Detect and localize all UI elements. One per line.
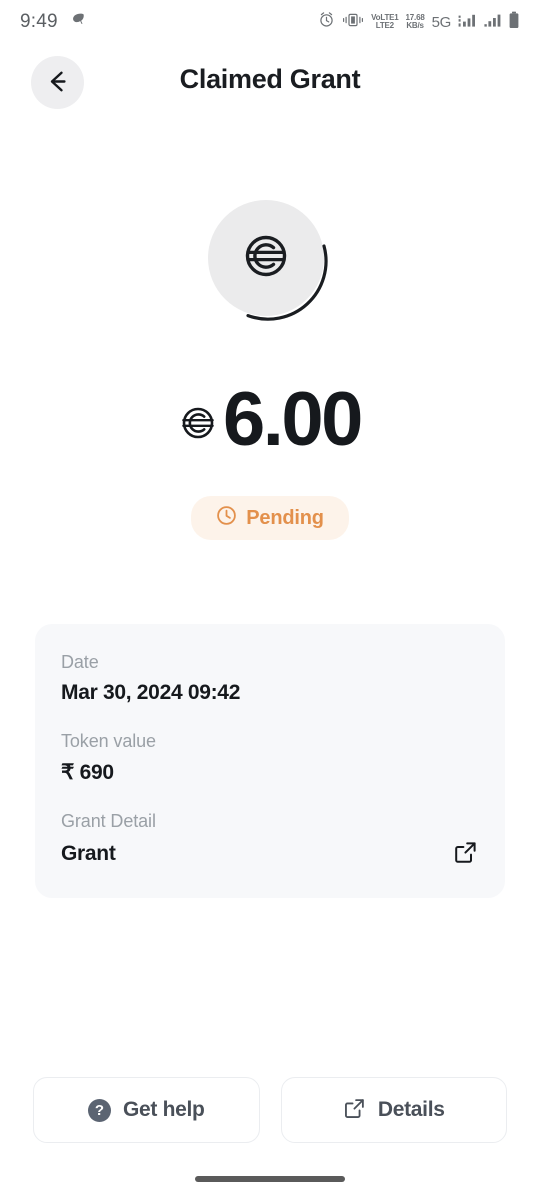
vibrate-icon: [342, 12, 364, 33]
signal-bars-icon: [484, 12, 501, 33]
detail-field-label: Grant Detail: [61, 811, 156, 831]
detail-field-label: Date: [61, 652, 99, 672]
detail-field-grant-detail: Grant Detail Grant: [61, 811, 479, 868]
status-badge: Pending: [191, 496, 349, 540]
external-link-icon: [343, 1097, 366, 1123]
amount-display: 6.00: [0, 382, 540, 458]
app-screen: 9:49 VoLTE1 LTE2 17.68 KB/s 5G Claimed G…: [0, 0, 540, 1200]
amount-value: 6.00: [223, 377, 363, 462]
status-bar-clock: 9:49: [20, 11, 58, 32]
battery-icon: [508, 11, 520, 34]
detail-field-date: Date Mar 30, 2024 09:42: [61, 652, 479, 705]
token-avatar-section: [0, 196, 540, 328]
detail-field-row: Grant: [61, 840, 479, 868]
status-bar: 9:49 VoLTE1 LTE2 17.68 KB/s 5G: [0, 0, 540, 44]
transaction-detail-card: Date Mar 30, 2024 09:42 Token value ₹ 69…: [35, 624, 505, 898]
get-help-button[interactable]: ? Get help: [33, 1077, 260, 1143]
status-bar-left: 9:49: [20, 11, 87, 33]
data-rate-indicator: 17.68 KB/s: [406, 13, 425, 31]
signal-bars-icon: [458, 12, 477, 33]
status-badge-container: Pending: [0, 496, 540, 540]
get-help-button-label: Get help: [122, 1098, 205, 1121]
details-button-label: Details: [377, 1098, 445, 1121]
status-bar-right: VoLTE1 LTE2 17.68 KB/s 5G: [318, 11, 520, 34]
page-title: Claimed Grant: [179, 64, 361, 94]
data-rate-unit: KB/s: [406, 21, 424, 30]
status-badge-label: Pending: [246, 506, 324, 529]
token-symbol-icon: [179, 404, 217, 447]
details-button[interactable]: Details: [280, 1077, 507, 1143]
external-link-icon: [453, 840, 478, 868]
volte-indicator: VoLTE1 LTE2: [371, 13, 399, 31]
detail-field-value: Mar 30, 2024 09:42: [61, 681, 241, 704]
page-header: Claimed Grant: [0, 56, 540, 114]
detail-field-token-value: Token value ₹ 690: [61, 731, 479, 785]
volte-label-secondary: LTE2: [375, 21, 394, 30]
leaf-icon: [70, 11, 87, 33]
alarm-icon: [318, 11, 335, 33]
grant-detail-open-button[interactable]: [451, 840, 479, 868]
help-circle-icon: ?: [87, 1098, 111, 1122]
token-avatar: [208, 200, 332, 324]
home-indicator[interactable]: [195, 1176, 345, 1182]
detail-field-value: Grant: [61, 842, 116, 865]
detail-field-label: Token value: [61, 731, 156, 751]
token-progress-arc: [246, 244, 328, 321]
network-type-label: 5G: [431, 13, 452, 31]
bottom-action-bar: ? Get help Details: [33, 1077, 507, 1143]
detail-field-value: ₹ 690: [61, 761, 114, 784]
clock-icon: [216, 505, 237, 531]
